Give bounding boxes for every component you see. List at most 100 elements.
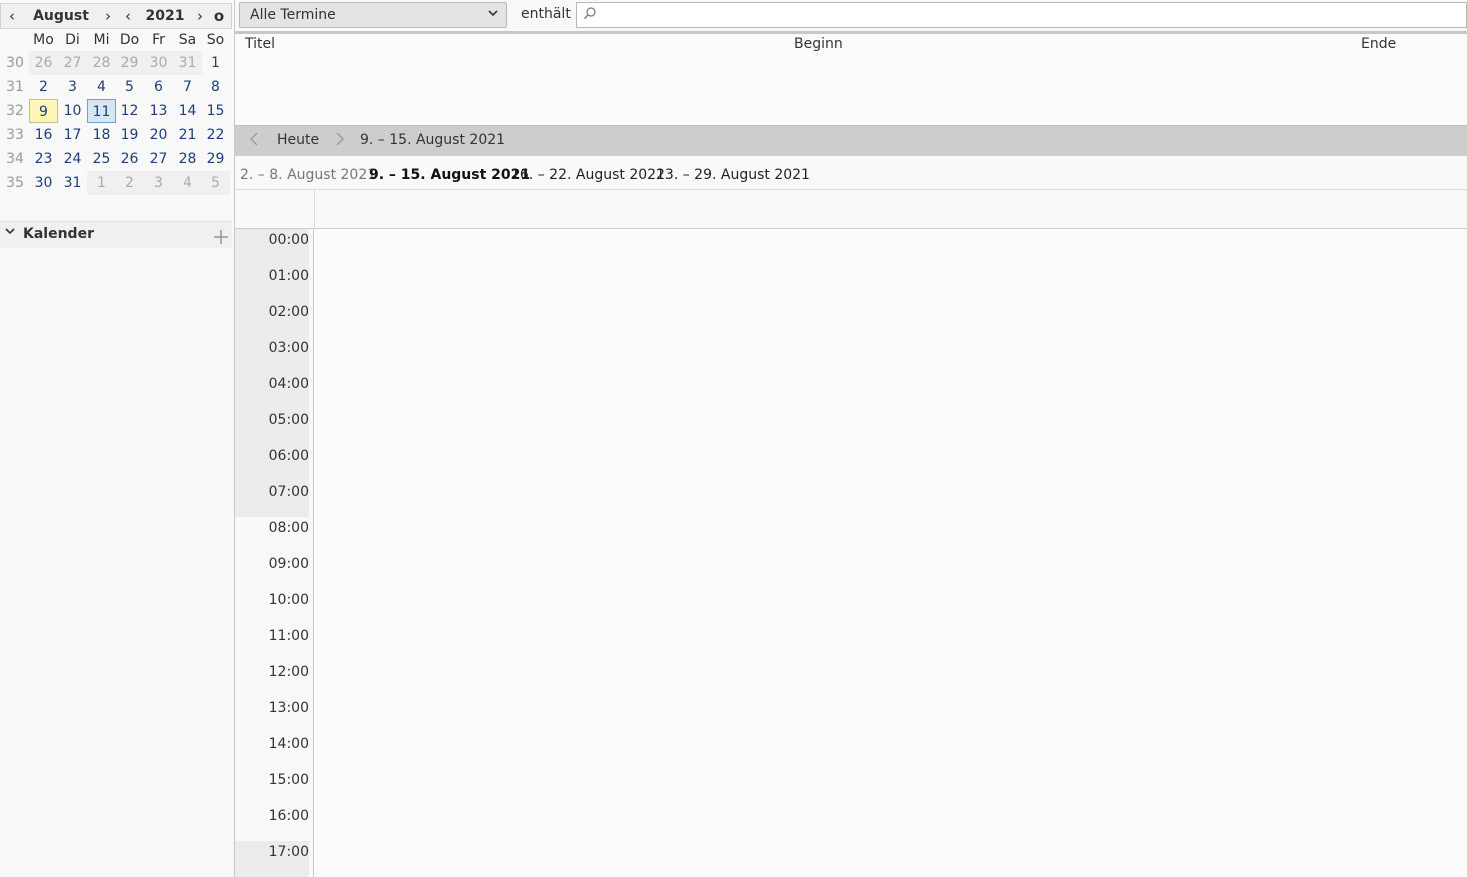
event-list-header: Titel Beginn Ende [235, 34, 1467, 56]
minicalendar-day[interactable]: 6 [144, 75, 173, 99]
all-day-gutter [235, 190, 315, 228]
minicalendar-day[interactable]: 8 [201, 75, 230, 99]
minicalendar-day[interactable]: 25 [87, 147, 116, 171]
minicalendar-day-selected[interactable]: 11 [87, 99, 116, 123]
next-year-button[interactable]: › [192, 6, 208, 26]
event-list[interactable] [235, 55, 1467, 126]
minicalendar-day[interactable]: 1 [87, 171, 116, 195]
minicalendar-day[interactable]: 26 [29, 51, 58, 75]
weekday-header: Di [65, 32, 80, 48]
minicalendar-day[interactable]: 29 [115, 51, 144, 75]
minicalendar-day[interactable]: 5 [115, 75, 144, 99]
week-number: 33 [6, 127, 24, 143]
minicalendar-day[interactable]: 30 [29, 171, 58, 195]
weekday-header: Sa [178, 32, 197, 48]
hour-label: 11:00 [268, 628, 309, 644]
search-input[interactable] [576, 2, 1467, 28]
minicalendar-day[interactable]: 14 [173, 99, 202, 123]
minicalendar-day[interactable]: 20 [144, 123, 173, 147]
week-number: 30 [6, 55, 24, 71]
hour-label: 02:00 [235, 301, 309, 337]
day-area[interactable] [314, 229, 1467, 877]
minicalendar-day[interactable]: 2 [29, 75, 58, 99]
minicalendar-day[interactable]: 21 [173, 123, 202, 147]
minicalendar-week-row: 30 26 27 28 29 30 31 1 [0, 51, 232, 75]
chevron-down-icon [488, 7, 498, 21]
hour-label: 05:00 [235, 409, 309, 445]
minicalendar-day-today[interactable]: 9 [29, 99, 58, 123]
search-icon [583, 6, 597, 24]
next-week-button[interactable] [335, 131, 345, 151]
minicalendar-day[interactable]: 16 [29, 123, 58, 147]
chevron-down-icon[interactable] [5, 225, 15, 240]
weekday-header: Fr [152, 32, 165, 48]
calendar-section-title: Kalender [23, 226, 94, 242]
minicalendar-day[interactable]: 22 [201, 123, 230, 147]
minicalendar-day[interactable]: 28 [87, 51, 116, 75]
prev-year-button[interactable]: ‹ [120, 6, 136, 26]
week-tab-next[interactable]: 16. – 22. August 2021 [511, 167, 665, 183]
minicalendar-day[interactable]: 7 [173, 75, 202, 99]
minicalendar-day[interactable]: 26 [115, 147, 144, 171]
calendar-nav-bar: Heute 9. – 15. August 2021 [235, 126, 1467, 156]
minicalendar-day[interactable]: 28 [173, 147, 202, 171]
hour-label: 00:00 [235, 229, 309, 265]
month-label[interactable]: August [25, 6, 97, 26]
minicalendar-day[interactable]: 31 [173, 51, 202, 75]
weekday-header: So [206, 32, 225, 48]
week-tab-prev[interactable]: 2. – 8. August 2021 [240, 167, 376, 183]
minicalendar-day[interactable]: 2 [115, 171, 144, 195]
minicalendar-day[interactable]: 31 [58, 171, 87, 195]
plus-icon[interactable] [214, 222, 228, 248]
minicalendar-week-row: 35 30 31 1 2 3 4 5 [0, 171, 232, 195]
minicalendar-week-row: 34 23 24 25 26 27 28 29 [0, 147, 232, 171]
year-label[interactable]: 2021 [141, 6, 189, 26]
minicalendar-day[interactable]: 18 [87, 123, 116, 147]
minicalendar-day[interactable]: 17 [58, 123, 87, 147]
minicalendar-week-row: 33 16 17 18 19 20 21 22 [0, 123, 232, 147]
minicalendar-header: ‹ August › ‹ 2021 › o [0, 3, 232, 29]
minicalendar-day[interactable]: 10 [58, 99, 87, 123]
column-title[interactable]: Titel [245, 36, 275, 52]
minicalendar-day[interactable]: 15 [201, 99, 230, 123]
hour-label: 16:00 [268, 808, 309, 824]
minicalendar-day[interactable]: 3 [144, 171, 173, 195]
calendar-section-header[interactable]: Kalender [0, 221, 232, 248]
minicalendar-day[interactable]: 12 [115, 99, 144, 123]
all-day-row[interactable] [235, 190, 1467, 229]
minicalendar-day[interactable]: 5 [201, 171, 230, 195]
minicalendar-day[interactable]: 3 [58, 75, 87, 99]
minicalendar-day[interactable]: 27 [58, 51, 87, 75]
minicalendar-day[interactable]: 19 [115, 123, 144, 147]
column-end[interactable]: Ende [1361, 36, 1396, 52]
hour-label: 10:00 [268, 592, 309, 608]
minicalendar-day[interactable]: 4 [173, 171, 202, 195]
minicalendar-day[interactable]: 24 [58, 147, 87, 171]
minicalendar-day[interactable]: 13 [144, 99, 173, 123]
weekday-header: Do [119, 32, 140, 48]
previous-week-button[interactable] [249, 131, 259, 151]
next-month-button[interactable]: › [100, 6, 116, 26]
today-link[interactable]: Heute [277, 132, 319, 148]
today-button[interactable]: o [211, 6, 227, 26]
week-tab-current[interactable]: 9. – 15. August 2021 [369, 167, 530, 183]
week-number: 35 [6, 175, 24, 191]
week-number: 34 [6, 151, 24, 167]
minicalendar-day[interactable]: 29 [201, 147, 230, 171]
minicalendar-day[interactable]: 1 [201, 51, 230, 75]
week-tab-next-2[interactable]: 23. – 29. August 2021 [656, 167, 810, 183]
filter-bar: Alle Termine enthält [235, 0, 1467, 32]
minicalendar-day[interactable]: 23 [29, 147, 58, 171]
hour-label: 15:00 [268, 772, 309, 788]
minicalendar-day[interactable]: 4 [87, 75, 116, 99]
day-view: 00:00 01:00 02:00 03:00 04:00 05:00 06:00 07:00… [235, 229, 1467, 877]
hour-label: 07:00 [235, 481, 309, 517]
minicalendar-day[interactable]: 30 [144, 51, 173, 75]
minicalendar-day[interactable]: 27 [144, 147, 173, 171]
event-filter-select[interactable]: Alle Termine [239, 2, 507, 28]
weekday-header: Mo [33, 32, 54, 48]
prev-month-button[interactable]: ‹ [4, 6, 20, 26]
hour-label: 01:00 [235, 265, 309, 301]
column-start[interactable]: Beginn [794, 36, 843, 52]
hour-label: 14:00 [268, 736, 309, 752]
